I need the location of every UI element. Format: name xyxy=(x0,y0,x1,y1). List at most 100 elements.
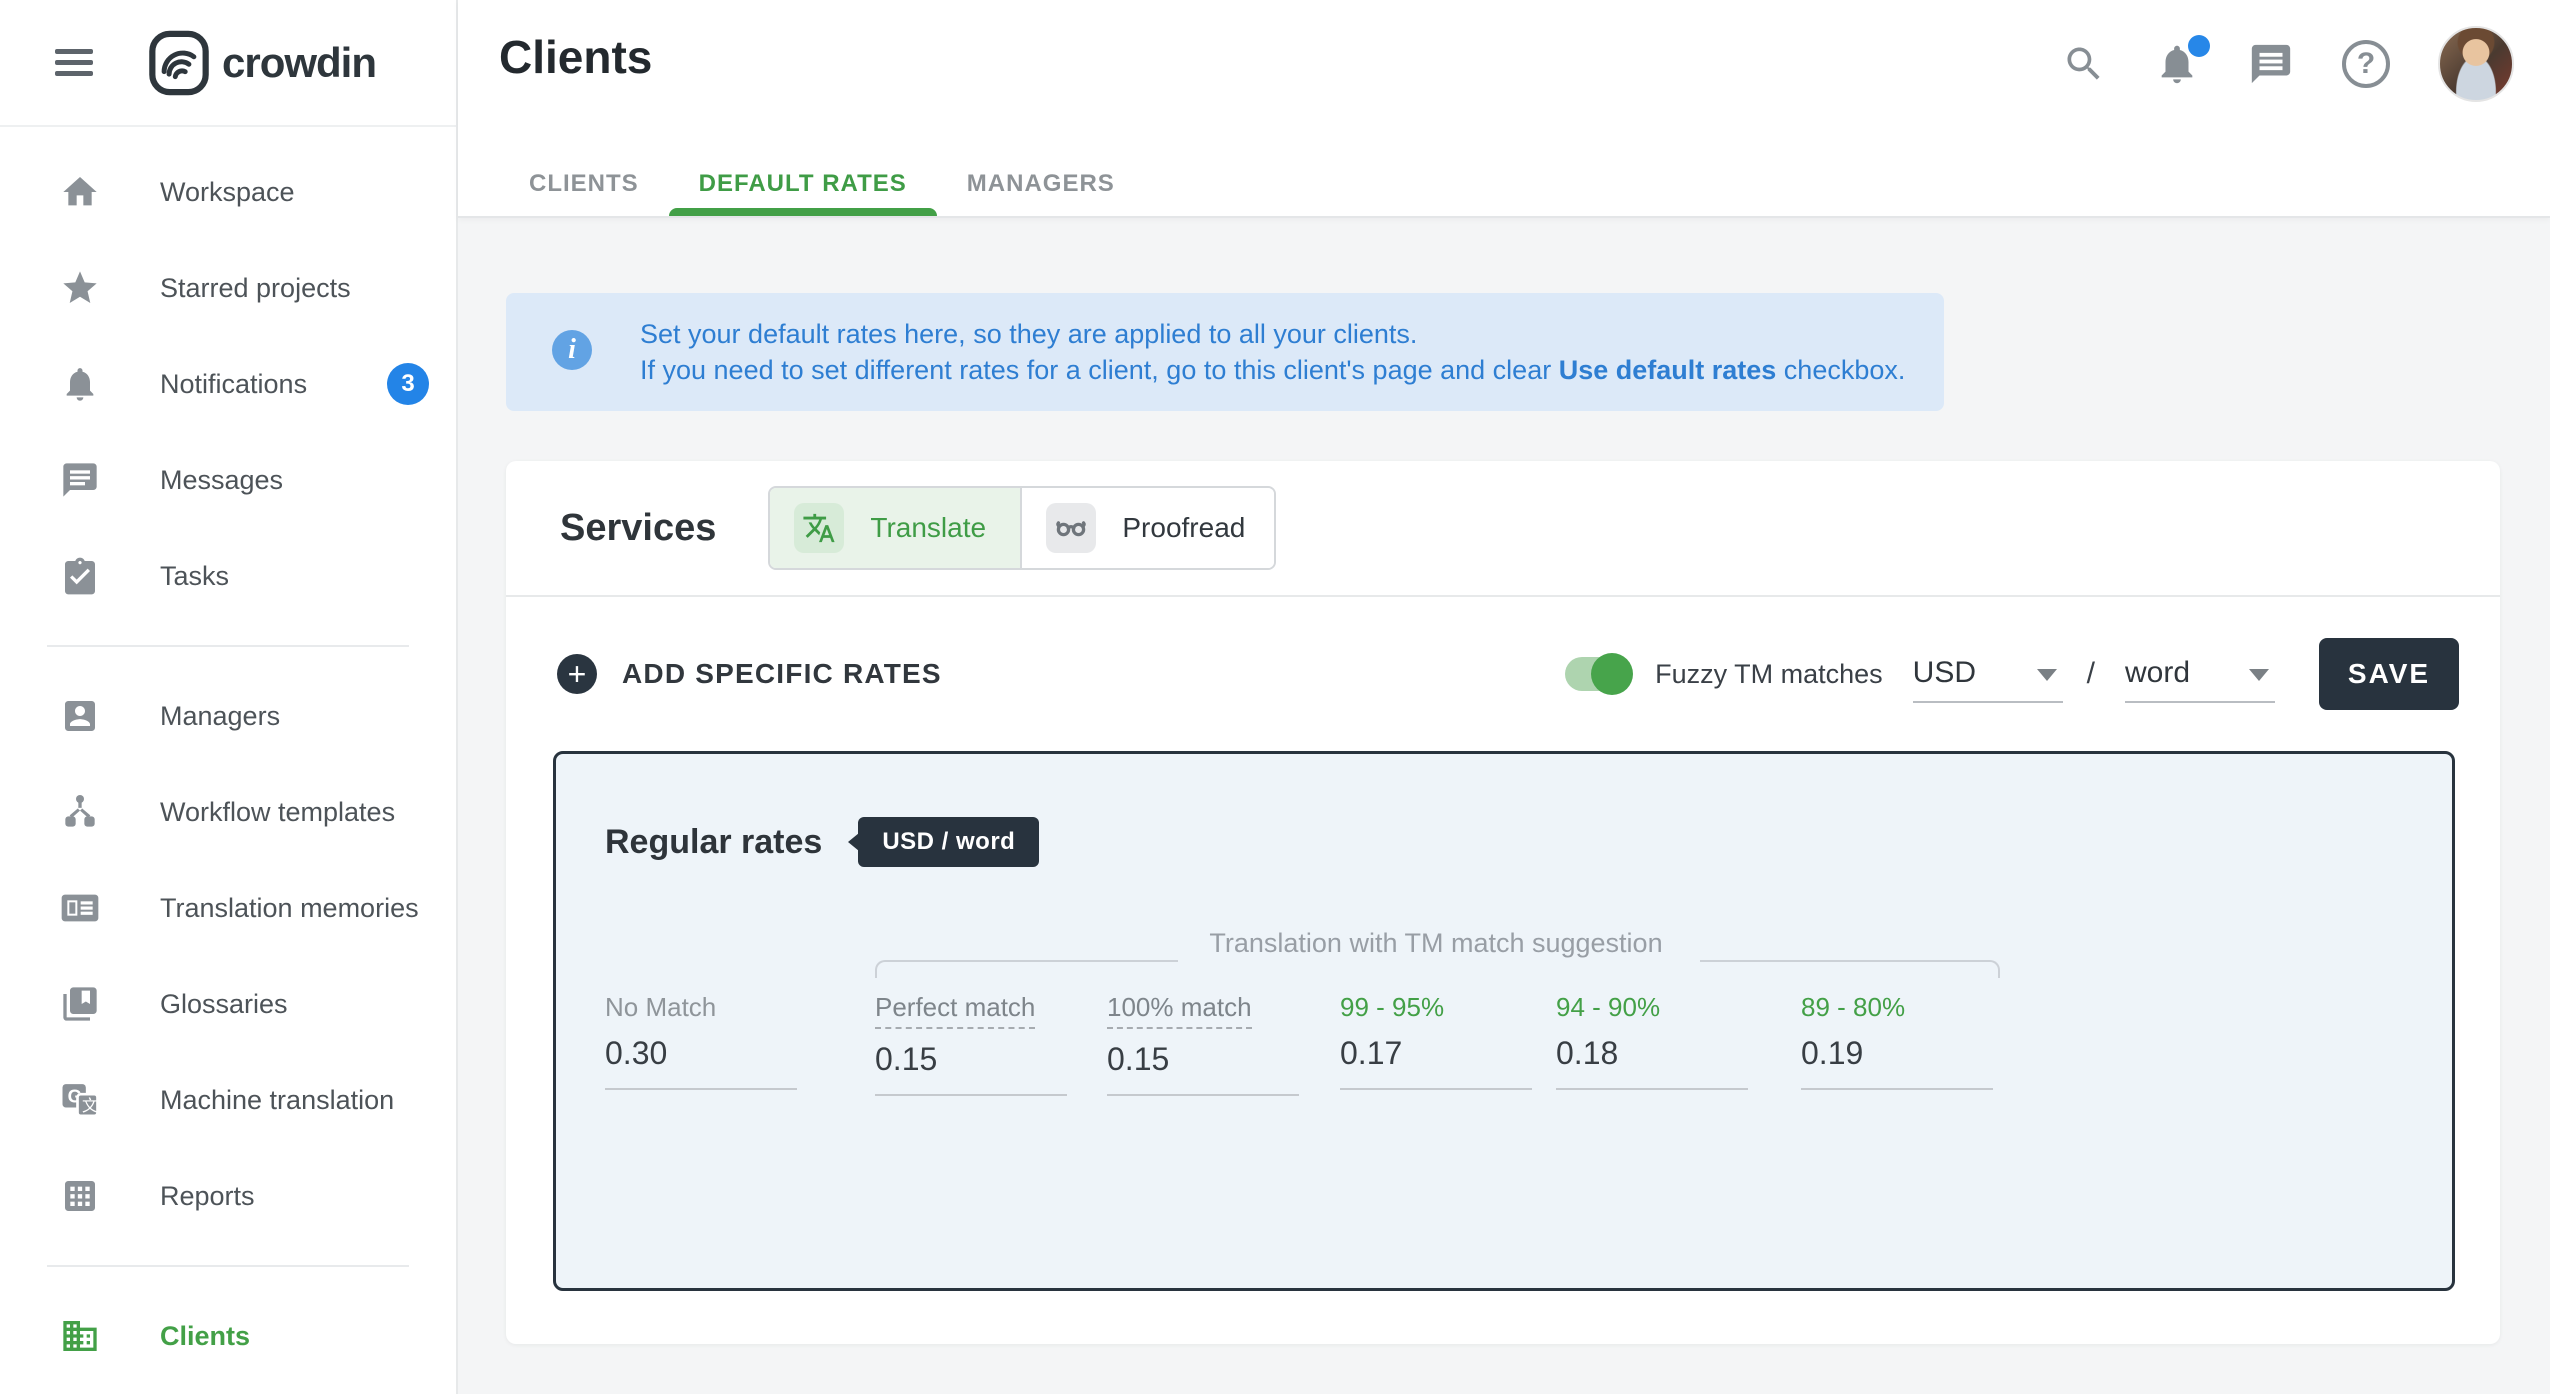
rates-unit-badge: USD / word xyxy=(858,817,1039,867)
info-icon: i xyxy=(552,330,592,370)
app-root: crowdin Workspace Starred projects Notif… xyxy=(0,0,2550,1394)
crowdin-logo[interactable]: crowdin xyxy=(148,29,376,97)
menu-icon[interactable] xyxy=(55,43,93,82)
star-icon xyxy=(60,268,100,308)
top-header: Clients ? CLIENTS DEFAULT RATES MANAGERS xyxy=(458,0,2550,218)
add-specific-rates-button[interactable]: + ADD SPECIFIC RATES xyxy=(557,654,942,694)
sidebar-item-notifications[interactable]: Notifications 3 xyxy=(0,336,456,432)
rate-input[interactable]: 0.30 xyxy=(605,1035,797,1072)
sidebar-header: crowdin xyxy=(0,0,456,127)
main-area: Clients ? CLIENTS DEFAULT RATES MANAGERS… xyxy=(458,0,2550,1394)
tab-managers[interactable]: MANAGERS xyxy=(937,152,1145,216)
chevron-down-icon xyxy=(2037,669,2057,681)
unit-separator: / xyxy=(2087,657,2095,691)
user-avatar[interactable] xyxy=(2438,26,2514,102)
sidebar-item-managers[interactable]: Managers xyxy=(0,668,456,764)
toggle-knob xyxy=(1591,653,1633,695)
chevron-down-icon xyxy=(2249,669,2269,681)
sidebar-item-label: Clients xyxy=(160,1321,250,1352)
sidebar-item-label: Starred projects xyxy=(160,273,351,304)
rate-input[interactable]: 0.17 xyxy=(1340,1035,1532,1072)
info-banner: i Set your default rates here, so they a… xyxy=(506,293,1944,411)
sidebar-item-workspace[interactable]: Workspace xyxy=(0,144,456,240)
sidebar: crowdin Workspace Starred projects Notif… xyxy=(0,0,458,1394)
fuzzy-tm-toggle[interactable] xyxy=(1565,657,1629,691)
tm-group-bracket-left xyxy=(875,960,1178,978)
bell-icon xyxy=(60,364,100,404)
banner-line-1: Set your default rates here, so they are… xyxy=(640,316,1905,352)
header-actions: ? xyxy=(2062,26,2514,102)
sidebar-item-label: Workflow templates xyxy=(160,797,395,828)
rates-toolbar: + ADD SPECIFIC RATES Fuzzy TM matches US… xyxy=(506,597,2500,751)
service-option-proofread[interactable]: Proofread xyxy=(1022,488,1274,568)
page-tabs: CLIENTS DEFAULT RATES MANAGERS xyxy=(499,152,1145,216)
fuzzy-tm-label: Fuzzy TM matches xyxy=(1655,659,1883,690)
sidebar-item-label: Managers xyxy=(160,701,280,732)
tab-clients[interactable]: CLIENTS xyxy=(499,152,669,216)
messages-icon[interactable] xyxy=(2248,41,2294,87)
sidebar-item-clients[interactable]: Clients xyxy=(0,1288,456,1384)
sidebar-item-reports[interactable]: Reports xyxy=(0,1148,456,1244)
sidebar-item-messages[interactable]: Messages xyxy=(0,432,456,528)
service-option-translate[interactable]: Translate xyxy=(770,488,1022,568)
rate-column-89-80: 89 - 80% 0.19 xyxy=(1801,992,1993,1090)
sidebar-divider xyxy=(47,645,409,647)
rate-input[interactable]: 0.15 xyxy=(1107,1041,1299,1078)
workflow-icon xyxy=(60,792,100,832)
default-rates-card: Services Translate Proofread xyxy=(506,461,2500,1344)
notifications-bell-button[interactable] xyxy=(2154,41,2200,87)
rate-column-99-95: 99 - 95% 0.17 xyxy=(1340,992,1532,1090)
sidebar-item-label: Tasks xyxy=(160,561,229,592)
machine-translation-icon: G文 xyxy=(60,1080,100,1120)
service-switcher: Translate Proofread xyxy=(768,486,1276,570)
info-banner-text: Set your default rates here, so they are… xyxy=(640,316,1905,388)
tab-default-rates[interactable]: DEFAULT RATES xyxy=(669,152,937,216)
sidebar-item-translation-memories[interactable]: Translation memories xyxy=(0,860,456,956)
currency-select[interactable]: USD xyxy=(1913,645,2063,703)
building-icon xyxy=(60,1316,100,1356)
page-title: Clients xyxy=(499,30,652,84)
tm-group-bracket-right xyxy=(1700,960,2000,978)
rate-input[interactable]: 0.18 xyxy=(1556,1035,1748,1072)
rate-input[interactable]: 0.15 xyxy=(875,1041,1067,1078)
toolbar-right: Fuzzy TM matches USD / word SAVE xyxy=(1565,638,2459,710)
sidebar-item-label: Reports xyxy=(160,1181,255,1212)
plus-icon: + xyxy=(557,654,597,694)
sidebar-item-label: Translation memories xyxy=(160,893,419,924)
search-icon[interactable] xyxy=(2062,42,2106,86)
save-button[interactable]: SAVE xyxy=(2319,638,2459,710)
regular-rates-panel: Regular rates USD / word Translation wit… xyxy=(553,751,2455,1291)
sidebar-item-machine-translation[interactable]: G文 Machine translation xyxy=(0,1052,456,1148)
sidebar-item-glossaries[interactable]: Glossaries xyxy=(0,956,456,1052)
services-title: Services xyxy=(560,507,716,550)
help-icon[interactable]: ? xyxy=(2342,40,2390,88)
rate-column-94-90: 94 - 90% 0.18 xyxy=(1556,992,1748,1090)
glasses-icon xyxy=(1046,503,1096,553)
unread-notification-dot xyxy=(2188,35,2210,57)
services-row: Services Translate Proofread xyxy=(506,461,2500,595)
sidebar-divider xyxy=(47,1265,409,1267)
banner-line-2: If you need to set different rates for a… xyxy=(640,352,1905,388)
sidebar-item-tasks[interactable]: Tasks xyxy=(0,528,456,624)
regular-rates-header: Regular rates USD / word xyxy=(556,754,2452,867)
sidebar-item-label: Notifications xyxy=(160,369,307,400)
page-content: i Set your default rates here, so they a… xyxy=(458,218,2550,1394)
rate-column-100-match: 100% match 0.15 xyxy=(1107,992,1299,1096)
sidebar-item-label: Machine translation xyxy=(160,1085,394,1116)
regular-rates-title: Regular rates xyxy=(605,823,822,862)
svg-text:文: 文 xyxy=(82,1097,98,1115)
tm-group-label: Translation with TM match suggestion xyxy=(1156,928,1716,959)
rate-column-perfect-match: Perfect match 0.15 xyxy=(875,992,1067,1096)
translate-icon xyxy=(794,503,844,553)
rate-input[interactable]: 0.19 xyxy=(1801,1035,1993,1072)
sidebar-item-label: Messages xyxy=(160,465,283,496)
sidebar-item-starred-projects[interactable]: Starred projects xyxy=(0,240,456,336)
book-bookmark-icon xyxy=(60,984,100,1024)
crowdin-logo-text: crowdin xyxy=(222,39,376,87)
sidebar-item-workflow-templates[interactable]: Workflow templates xyxy=(0,764,456,860)
sidebar-item-label: Glossaries xyxy=(160,989,288,1020)
chat-icon xyxy=(60,460,100,500)
home-icon xyxy=(60,172,100,212)
memory-card-icon xyxy=(60,888,100,928)
unit-select[interactable]: word xyxy=(2125,645,2275,703)
